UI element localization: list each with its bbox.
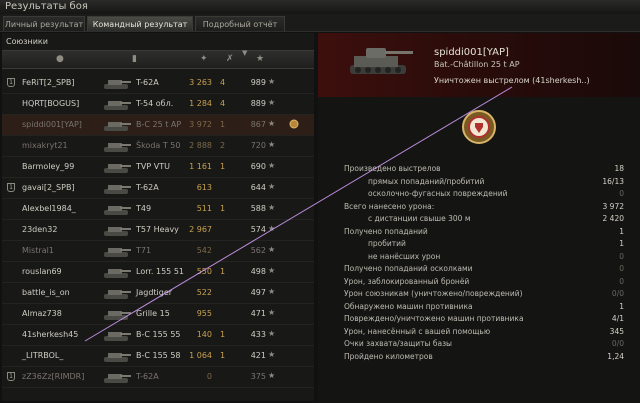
annotation-line: [84, 86, 513, 342]
